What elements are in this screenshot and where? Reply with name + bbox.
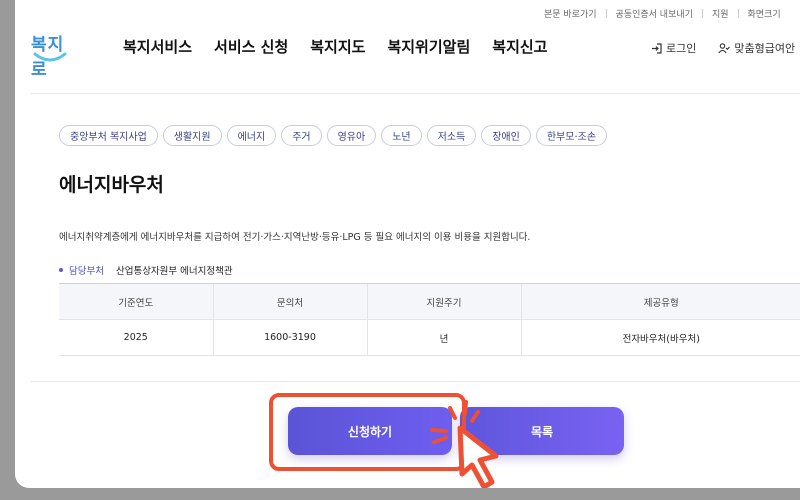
support-link[interactable]: 지원 [703, 7, 738, 20]
col-header-support-cycle: 지원주기 [366, 283, 521, 320]
nav-welfare-services[interactable]: 복지서비스 [123, 36, 192, 57]
login-link[interactable]: 로그인 [651, 40, 696, 56]
tag-low-income[interactable]: 저소득 [426, 125, 477, 146]
col-header-provision-type: 제공유형 [520, 283, 800, 320]
table-header-row: 기준연도 문의처 지원주기 제공유형 [59, 283, 800, 320]
tag-central-welfare[interactable]: 중앙부처 복지사업 [59, 125, 158, 146]
cell-provision-type: 전자바우처(바우처) [520, 319, 800, 356]
skip-to-content-link[interactable]: 본문 바로가기 [535, 7, 606, 20]
nav-welfare-map[interactable]: 복지지도 [310, 36, 365, 57]
site-logo[interactable]: 복지로 [29, 30, 79, 80]
cell-contact: 1600-3190 [212, 319, 367, 356]
pointer-cursor-icon [430, 400, 499, 488]
service-description: 에너지취약계층에게 에너지바우처를 지급하여 전기·가스·지역난방·등유·LPG… [59, 232, 531, 243]
bullet-dot-icon [59, 268, 63, 272]
tag-housing[interactable]: 주거 [281, 125, 322, 146]
login-icon [652, 42, 662, 54]
department-value: 산업통상자원부 에너지정책관 [115, 266, 233, 277]
col-header-contact: 문의처 [212, 283, 367, 320]
service-info-table: 기준연도 문의처 지원주기 제공유형 2025 1600-3190 년 전자바우… [59, 283, 800, 356]
table-row: 2025 1600-3190 년 전자바우처(바우처) [59, 319, 800, 356]
screen-size-link[interactable]: 화면크기 [739, 7, 790, 20]
cell-support-cycle: 년 [366, 319, 521, 356]
certificate-export-link[interactable]: 공동인증서 내보내기 [607, 7, 702, 20]
main-nav: 복지서비스 서비스 신청 복지지도 복지위기알림 복지신고 [123, 36, 569, 57]
browser-page: 본문 바로가기 공동인증서 내보내기 지원 화면크기 복지로 복지서비스 서비스… [15, 0, 800, 488]
custom-benefit-label: 맞춤형급여안 [734, 42, 796, 55]
tag-living-support[interactable]: 생활지원 [162, 125, 222, 146]
col-header-base-year: 기준연도 [59, 283, 213, 320]
department-info: 담당부처 산업통상자원부 에너지정책관 [59, 263, 233, 277]
tag-energy[interactable]: 에너지 [226, 125, 277, 146]
header-divider [31, 93, 800, 94]
content-divider [31, 381, 800, 382]
department-label: 담당부처 [69, 266, 104, 277]
tag-single-parent[interactable]: 한부모·조손 [535, 125, 608, 146]
utility-bar: 본문 바로가기 공동인증서 내보내기 지원 화면크기 [535, 6, 790, 20]
tag-elderly[interactable]: 노년 [381, 125, 422, 146]
logo-smile-icon [33, 52, 67, 62]
nav-welfare-report[interactable]: 복지신고 [492, 36, 547, 57]
nav-service-apply[interactable]: 서비스 신청 [214, 36, 288, 57]
tag-disabled[interactable]: 장애인 [481, 125, 531, 146]
tag-infant[interactable]: 영유아 [326, 125, 377, 146]
cell-base-year: 2025 [59, 319, 213, 356]
category-tags: 중앙부처 복지사업 생활지원 에너지 주거 영유아 노년 저소득 장애인 한부모… [59, 125, 608, 146]
login-label: 로그인 [666, 42, 697, 55]
custom-benefit-link[interactable]: 맞춤형급여안 [718, 40, 795, 56]
page-title: 에너지바우처 [59, 174, 164, 196]
header-links: 로그인 맞춤형급여안 [651, 40, 800, 56]
user-check-icon [718, 42, 731, 53]
nav-crisis-alert[interactable]: 복지위기알림 [387, 36, 470, 57]
